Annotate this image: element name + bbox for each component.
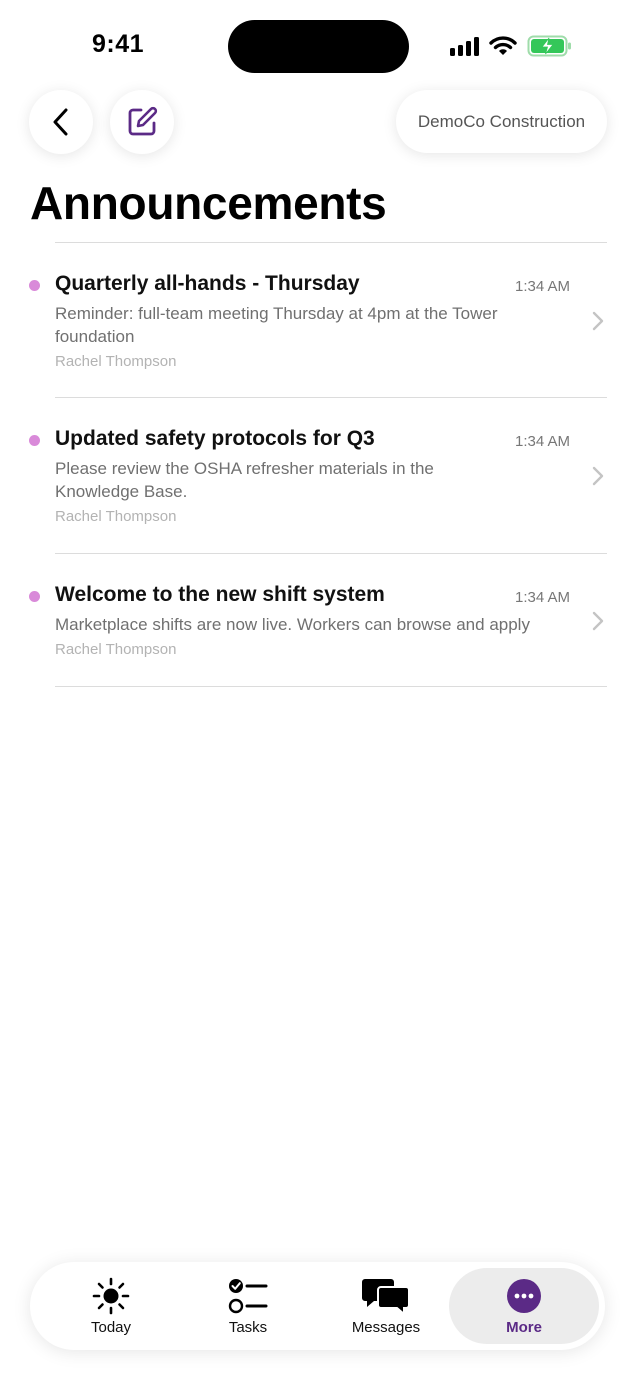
status-time: 9:41 <box>92 30 145 58</box>
chevron-right-icon <box>592 311 604 331</box>
more-dots-icon <box>507 1279 541 1313</box>
announcement-author: Rachel Thompson <box>55 353 177 370</box>
announcement-title: Updated safety protocols for Q3 <box>55 427 375 450</box>
page-title: Announcements <box>30 177 387 229</box>
tab-tasks[interactable]: Tasks <box>178 1262 318 1350</box>
announcement-author: Rachel Thompson <box>55 508 177 525</box>
announcement-author: Rachel Thompson <box>55 641 177 658</box>
company-selector[interactable]: DemoCo Construction <box>396 90 607 153</box>
unread-dot <box>29 435 40 446</box>
announcement-title: Welcome to the new shift system <box>55 583 385 606</box>
battery-charging-icon <box>527 35 571 57</box>
chevron-left-icon <box>53 108 68 136</box>
tab-bar: Today Tasks Messages More <box>30 1262 605 1350</box>
announcement-time: 1:34 AM <box>515 433 571 450</box>
announcements-list: Quarterly all-hands - Thursday 1:34 AM R… <box>0 242 636 687</box>
tab-today[interactable]: Today <box>41 1262 181 1350</box>
announcement-body: Reminder: full-team meeting Thursday at … <box>55 304 498 346</box>
wifi-icon <box>489 36 517 55</box>
announcement-item[interactable]: Welcome to the new shift system 1:34 AM … <box>0 554 636 686</box>
compose-button[interactable] <box>110 90 174 154</box>
announcement-item[interactable]: Updated safety protocols for Q3 1:34 AM … <box>0 398 636 553</box>
chevron-right-icon <box>592 611 604 631</box>
cellular-signal-icon <box>450 36 479 56</box>
dynamic-island <box>228 20 409 73</box>
tab-label: Today <box>90 1319 132 1336</box>
list-divider <box>55 686 607 687</box>
status-icons <box>450 34 573 58</box>
announcement-body: Marketplace shifts are now live. Workers… <box>55 615 530 634</box>
tab-more[interactable]: More <box>449 1268 599 1344</box>
unread-dot <box>29 591 40 602</box>
unread-dot <box>29 280 40 291</box>
chat-bubbles-icon <box>362 1279 410 1316</box>
announcement-title: Quarterly all-hands - Thursday <box>55 272 360 295</box>
tab-label: More <box>506 1319 542 1336</box>
tab-messages[interactable]: Messages <box>316 1262 456 1350</box>
compose-icon <box>128 106 158 136</box>
back-button[interactable] <box>29 90 93 154</box>
announcements-screen: 9:41 DemoCo Construction Announcements Q… <box>0 0 636 1382</box>
announcement-item[interactable]: Quarterly all-hands - Thursday 1:34 AM R… <box>0 243 636 397</box>
announcement-time: 1:34 AM <box>515 278 571 295</box>
checklist-icon <box>228 1279 268 1314</box>
announcement-body: Please review the OSHA refresher materia… <box>55 459 434 501</box>
announcement-time: 1:34 AM <box>515 589 571 606</box>
tab-label: Messages <box>351 1319 421 1336</box>
chevron-right-icon <box>592 466 604 486</box>
sun-icon <box>92 1277 130 1315</box>
tab-label: Tasks <box>228 1319 268 1336</box>
